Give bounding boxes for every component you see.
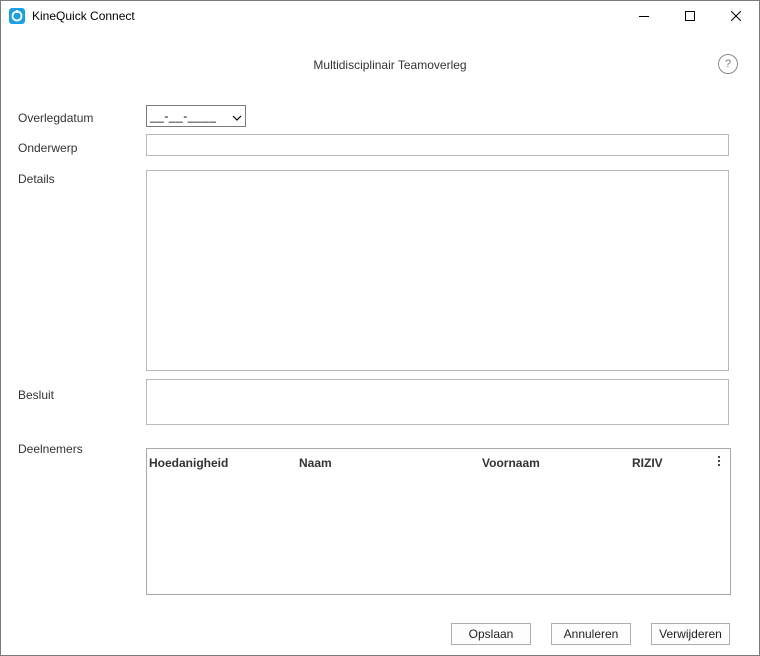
save-button[interactable]: Opslaan: [451, 623, 531, 645]
subject-input[interactable]: [146, 134, 729, 156]
more-options-icon[interactable]: [715, 454, 723, 468]
participants-label: Deelnemers: [18, 442, 83, 456]
title-bar: KineQuick Connect: [1, 1, 759, 31]
minimize-button[interactable]: [621, 1, 667, 31]
delete-button[interactable]: Verwijderen: [651, 623, 730, 645]
dialog-title: Multidisciplinair Teamoverleg: [313, 58, 467, 72]
date-value: __-__-____: [150, 109, 217, 123]
column-header-hoedanigheid[interactable]: Hoedanigheid: [149, 456, 228, 470]
column-header-naam[interactable]: Naam: [299, 456, 332, 470]
cancel-button[interactable]: Annuleren: [551, 623, 631, 645]
close-icon: [731, 11, 741, 21]
maximize-icon: [685, 11, 695, 21]
help-icon[interactable]: ?: [718, 54, 738, 74]
date-label: Overlegdatum: [18, 111, 94, 125]
decision-label: Besluit: [18, 388, 55, 402]
subject-label: Onderwerp: [18, 141, 78, 155]
details-label: Details: [18, 172, 55, 186]
column-header-riziv[interactable]: RIZIV: [632, 456, 663, 470]
participants-table[interactable]: Hoedanigheid Naam Voornaam RIZIV: [146, 448, 731, 595]
close-button[interactable]: [713, 1, 759, 31]
column-header-voornaam[interactable]: Voornaam: [482, 456, 540, 470]
decision-textarea[interactable]: [146, 379, 729, 425]
chevron-down-icon[interactable]: [232, 111, 242, 125]
kinequick-app-icon: [9, 8, 25, 24]
window-title: KineQuick Connect: [32, 9, 135, 23]
minimize-icon: [639, 11, 649, 21]
app-window: KineQuick Connect Multidisciplinair Team…: [0, 0, 760, 656]
maximize-button[interactable]: [667, 1, 713, 31]
details-textarea[interactable]: [146, 170, 729, 371]
date-picker[interactable]: __-__-____: [146, 105, 246, 127]
